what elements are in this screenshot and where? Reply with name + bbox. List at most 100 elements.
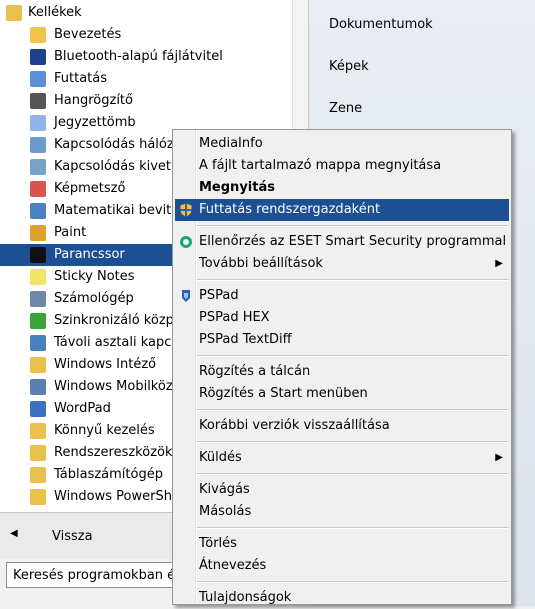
menu-item[interactable]: További beállítások ▶ bbox=[175, 253, 509, 275]
program-item[interactable]: Bevezetés bbox=[0, 24, 308, 46]
sync-icon bbox=[30, 313, 46, 329]
menu-item[interactable]: Korábbi verziók visszaállítása bbox=[175, 415, 509, 437]
pspad-icon bbox=[178, 288, 194, 304]
cmd-icon bbox=[30, 247, 46, 263]
program-label: Képmetsző bbox=[54, 181, 126, 196]
program-label: Windows PowerShe bbox=[54, 489, 180, 504]
program-label: Könnyű kezelés bbox=[54, 423, 155, 438]
eset-icon bbox=[178, 234, 194, 250]
wordpad-icon bbox=[30, 401, 46, 417]
folder-icon bbox=[30, 423, 46, 439]
menu-separator bbox=[197, 473, 508, 475]
menu-item[interactable]: Törlés bbox=[175, 533, 509, 555]
mobility-icon bbox=[30, 379, 46, 395]
program-item[interactable]: Hangrögzítő bbox=[0, 90, 308, 112]
program-label: Kapcsolódás kivetít bbox=[54, 159, 180, 174]
notepad-icon bbox=[30, 115, 46, 131]
right-item-documents[interactable]: Dokumentumok bbox=[329, 17, 433, 32]
menu-separator bbox=[197, 279, 508, 281]
menu-item-label: Másolás bbox=[199, 504, 252, 519]
menu-item-label: Tulajdonságok bbox=[199, 590, 292, 605]
sticky-notes-icon bbox=[30, 269, 46, 285]
folder-kellekek[interactable]: Kellékek bbox=[0, 2, 308, 24]
menu-item-label: Küldés bbox=[199, 450, 242, 465]
menu-item-label: Megnyitás bbox=[199, 180, 275, 195]
menu-item[interactable]: Rögzítés a tálcán bbox=[175, 361, 509, 383]
menu-item[interactable]: Megnyitás bbox=[175, 177, 509, 199]
menu-item-label: Rögzítés a Start menüben bbox=[199, 386, 368, 401]
folder-icon bbox=[30, 489, 46, 505]
program-label: Bluetooth-alapú fájlátvitel bbox=[54, 49, 223, 64]
program-label: Matematikai bevitel bbox=[54, 203, 183, 218]
program-label: Hangrögzítő bbox=[54, 93, 133, 108]
program-label: Szinkronizáló közpo bbox=[54, 313, 182, 328]
menu-item[interactable]: A fájlt tartalmazó mappa megnyitása bbox=[175, 155, 509, 177]
program-label: Rendszereszközök bbox=[54, 445, 173, 460]
menu-item[interactable]: Kivágás bbox=[175, 479, 509, 501]
intro-icon bbox=[30, 27, 46, 43]
explorer-icon bbox=[30, 357, 46, 373]
network-projector-icon bbox=[30, 137, 46, 153]
program-label: Windows Intéző bbox=[54, 357, 157, 372]
menu-item[interactable]: Másolás bbox=[175, 501, 509, 523]
menu-item[interactable]: Rögzítés a Start menüben bbox=[175, 383, 509, 405]
submenu-arrow-icon: ▶ bbox=[495, 258, 503, 269]
right-item-music[interactable]: Zene bbox=[329, 101, 362, 116]
menu-item-label: Rögzítés a tálcán bbox=[199, 364, 311, 379]
back-label: Vissza bbox=[52, 529, 93, 544]
microphone-icon bbox=[30, 93, 46, 109]
menu-item-label: PSPad TextDiff bbox=[199, 332, 292, 347]
program-label: Bevezetés bbox=[54, 27, 122, 42]
program-item[interactable]: Futtatás bbox=[0, 68, 308, 90]
program-label: Sticky Notes bbox=[54, 269, 135, 284]
menu-item[interactable]: PSPad TextDiff bbox=[175, 329, 509, 351]
folder-icon bbox=[30, 467, 46, 483]
program-item[interactable]: Bluetooth-alapú fájlátvitel bbox=[0, 46, 308, 68]
program-label: Parancssor bbox=[54, 247, 125, 262]
menu-item-label: Futtatás rendszergazdaként bbox=[199, 202, 381, 217]
context-menu: MediaInfo A fájlt tartalmazó mappa megnyi… bbox=[172, 129, 512, 605]
folder-label: Kellékek bbox=[28, 5, 82, 20]
shield-icon bbox=[178, 202, 194, 218]
program-label: Távoli asztali kapcs bbox=[54, 335, 179, 350]
menu-item-label: Törlés bbox=[199, 536, 237, 551]
menu-separator bbox=[197, 409, 508, 411]
bluetooth-icon bbox=[30, 49, 46, 65]
folder-icon bbox=[30, 445, 46, 461]
remote-desktop-icon bbox=[30, 335, 46, 351]
menu-item[interactable]: PSPad HEX bbox=[175, 307, 509, 329]
menu-item[interactable]: Küldés ▶ bbox=[175, 447, 509, 469]
menu-item[interactable]: PSPad bbox=[175, 285, 509, 307]
back-arrow-icon: ◀ bbox=[10, 528, 18, 539]
menu-item[interactable]: MediaInfo bbox=[175, 133, 509, 155]
menu-item[interactable]: Átnevezés bbox=[175, 555, 509, 577]
paint-icon bbox=[30, 225, 46, 241]
program-label: Futtatás bbox=[54, 71, 108, 86]
calculator-icon bbox=[30, 291, 46, 307]
menu-item-label: Ellenőrzés az ESET Smart Security progra… bbox=[199, 234, 507, 249]
menu-separator bbox=[197, 355, 508, 357]
projector-icon bbox=[30, 159, 46, 175]
folder-open-icon bbox=[6, 5, 22, 21]
menu-item[interactable]: Futtatás rendszergazdaként bbox=[175, 199, 509, 221]
program-label: WordPad bbox=[54, 401, 111, 416]
scissors-icon bbox=[30, 181, 46, 197]
program-label: Kapcsolódás hálóza bbox=[54, 137, 182, 152]
menu-separator bbox=[197, 581, 508, 583]
program-label: Paint bbox=[54, 225, 87, 240]
menu-item-label: Kivágás bbox=[199, 482, 250, 497]
program-label: Windows Mobilközp bbox=[54, 379, 181, 394]
program-label: Jegyzettömb bbox=[54, 115, 136, 130]
menu-item[interactable]: Ellenőrzés az ESET Smart Security progra… bbox=[175, 231, 509, 253]
menu-item-label: PSPad HEX bbox=[199, 310, 270, 325]
program-label: Számológép bbox=[54, 291, 134, 306]
menu-item-label: A fájlt tartalmazó mappa megnyitása bbox=[199, 158, 442, 173]
right-item-pictures[interactable]: Képek bbox=[329, 59, 369, 74]
menu-item-label: MediaInfo bbox=[199, 136, 263, 151]
menu-separator bbox=[197, 527, 508, 529]
program-label: Táblaszámítógép bbox=[54, 467, 163, 482]
menu-item-label: Korábbi verziók visszaállítása bbox=[199, 418, 390, 433]
menu-item-label: Átnevezés bbox=[199, 558, 267, 573]
run-icon bbox=[30, 71, 46, 87]
submenu-arrow-icon: ▶ bbox=[495, 452, 503, 463]
